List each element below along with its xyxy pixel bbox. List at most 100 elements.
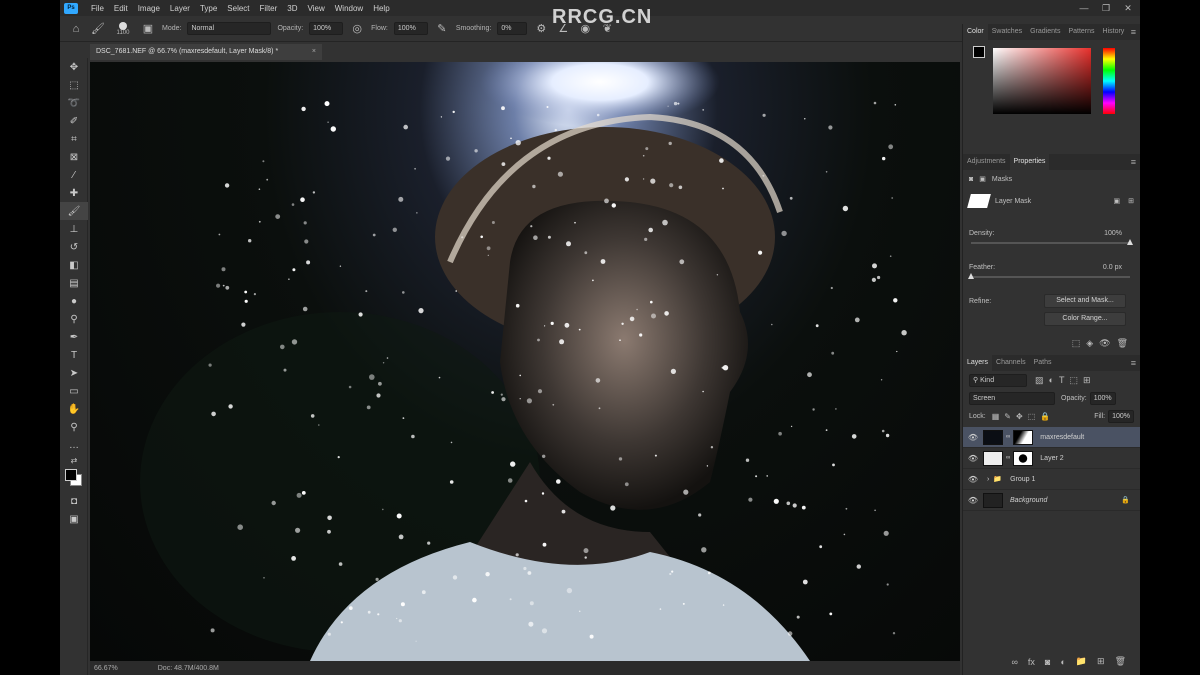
foreground-color-swatch[interactable] [65,469,77,481]
tab-paths[interactable]: Paths [1030,355,1056,371]
tab-layers[interactable]: Layers [963,355,993,371]
fg-swatch[interactable] [973,46,985,58]
marquee-tool-icon[interactable]: ⬚ [60,76,88,94]
link-layers-icon[interactable]: ∞ [1011,657,1017,667]
lasso-tool-icon[interactable]: ➰ [60,94,88,112]
delete-layer-icon[interactable]: 🗑 [1115,656,1126,667]
menu-window[interactable]: Window [330,4,368,13]
vector-mask-icon[interactable]: ▣ [979,175,986,183]
select-mask-icon[interactable]: ▣ [1114,197,1121,205]
mask-thumbnail[interactable] [1013,450,1034,466]
hand-tool-icon[interactable]: ✋ [60,400,88,418]
color-swatches[interactable] [60,466,87,492]
quick-select-tool-icon[interactable]: ✐ [60,112,88,130]
feather-value[interactable]: 0.0 px [1103,264,1122,271]
layer-row-background[interactable]: 👁 Background 🔒 [963,490,1140,511]
new-group-icon[interactable]: 📁 [1076,656,1087,667]
pixel-filter-icon[interactable]: ▨ [1035,375,1044,386]
kind-filter-select[interactable]: ⚲ Kind [969,373,1027,387]
zoom-level[interactable]: 66.67% [94,665,118,672]
pixel-mask-icon[interactable]: ◙ [969,176,973,183]
delete-mask-icon[interactable]: 🗑 [1117,338,1128,349]
path-select-tool-icon[interactable]: ➤ [60,364,88,382]
panel-menu-icon[interactable]: ≡ [1131,157,1136,167]
color-range-button[interactable]: Color Range... [1044,312,1126,326]
visibility-eye-icon[interactable]: 👁 [963,433,983,442]
tab-swatches[interactable]: Swatches [988,24,1026,40]
menu-image[interactable]: Image [133,4,165,13]
eraser-tool-icon[interactable]: ◧ [60,256,88,274]
lock-all-icon[interactable]: 🔒 [1040,412,1050,421]
new-layer-icon[interactable]: ⊞ [1097,656,1105,667]
type-tool-icon[interactable]: T [60,346,88,364]
add-mask-icon[interactable]: ◙ [1045,657,1050,667]
mode-select[interactable]: Normal [187,22,272,35]
visibility-eye-icon[interactable]: 👁 [963,475,983,484]
panel-menu-icon[interactable]: ≡ [1131,27,1136,37]
close-window-button[interactable]: ✕ [1118,0,1138,16]
zoom-tool-icon[interactable]: ⚲ [60,418,88,436]
menu-type[interactable]: Type [195,4,222,13]
swap-colors-icon[interactable]: ⇄ [60,454,88,466]
new-adjustment-icon[interactable]: ◐ [1060,657,1065,667]
menu-help[interactable]: Help [368,4,394,13]
pen-tool-icon[interactable]: ✒ [60,328,88,346]
tab-color[interactable]: Color [963,24,988,40]
quick-mask-icon[interactable]: ◘ [60,492,88,510]
density-slider[interactable] [963,239,1140,245]
adjustment-filter-icon[interactable]: ◐ [1049,375,1054,385]
menu-file[interactable]: File [86,4,109,13]
density-value[interactable]: 100% [1104,230,1122,237]
brush-tool-icon[interactable]: 🖌 [60,202,88,220]
brush-settings-icon[interactable]: ▣ [140,21,156,37]
visibility-eye-icon[interactable]: 👁 [963,454,983,463]
density-slider-thumb[interactable] [1127,239,1133,245]
crop-tool-icon[interactable]: ⌗ [60,130,88,148]
apply-mask-icon[interactable]: ◈ [1086,338,1093,349]
eyedropper-tool-icon[interactable]: ⁄ [60,166,88,184]
menu-edit[interactable]: Edit [109,4,133,13]
brush-tool-preset-icon[interactable]: 🖌 [90,21,106,37]
document-canvas[interactable] [90,62,960,661]
link-icon[interactable]: ∞ [1006,434,1010,440]
color-field[interactable] [993,48,1091,114]
frame-tool-icon[interactable]: ⊠ [60,148,88,166]
smoothing-gear-icon[interactable]: ⚙ [533,21,549,37]
more-tools-icon[interactable]: … [60,436,88,454]
panel-menu-icon[interactable]: ≡ [1131,358,1136,368]
pressure-opacity-icon[interactable]: ◎ [349,21,365,37]
hue-slider[interactable] [1103,48,1115,114]
mask-thumbnail[interactable] [1013,429,1034,445]
close-document-icon[interactable]: × [312,44,316,60]
home-icon[interactable]: ⌂ [68,21,84,37]
healing-brush-tool-icon[interactable]: ✚ [60,184,88,202]
move-tool-icon[interactable]: ✥ [60,58,88,76]
tab-channels[interactable]: Channels [992,355,1030,371]
blur-tool-icon[interactable]: ● [60,292,88,310]
lock-icon[interactable]: 🔒 [1121,496,1130,504]
visibility-eye-icon[interactable]: 👁 [963,496,983,505]
blend-mode-select[interactable]: Screen [969,391,1055,405]
menu-3d[interactable]: 3D [282,4,302,13]
menu-filter[interactable]: Filter [255,4,283,13]
tab-properties[interactable]: Properties [1009,154,1050,170]
feather-slider-thumb[interactable] [968,273,974,279]
gradient-tool-icon[interactable]: ▤ [60,274,88,292]
brush-size-picker[interactable]: 1100 [112,21,134,36]
rectangle-tool-icon[interactable]: ▭ [60,382,88,400]
tab-adjustments[interactable]: Adjustments [963,154,1010,170]
tab-patterns[interactable]: Patterns [1064,24,1098,40]
visibility-icon[interactable]: 👁 [1099,338,1110,349]
tab-gradients[interactable]: Gradients [1026,24,1064,40]
link-icon[interactable]: ∞ [1006,455,1010,461]
feather-slider[interactable] [963,273,1140,279]
expand-group-icon[interactable]: › [987,476,989,483]
tab-history[interactable]: History [1099,24,1129,40]
history-brush-tool-icon[interactable]: ↺ [60,238,88,256]
type-filter-icon[interactable]: T [1059,375,1065,385]
dodge-tool-icon[interactable]: ⚲ [60,310,88,328]
airbrush-icon[interactable]: ✎ [434,21,450,37]
minimize-button[interactable]: — [1074,0,1094,16]
lock-image-icon[interactable]: ✎ [1004,412,1011,421]
menu-layer[interactable]: Layer [165,4,195,13]
